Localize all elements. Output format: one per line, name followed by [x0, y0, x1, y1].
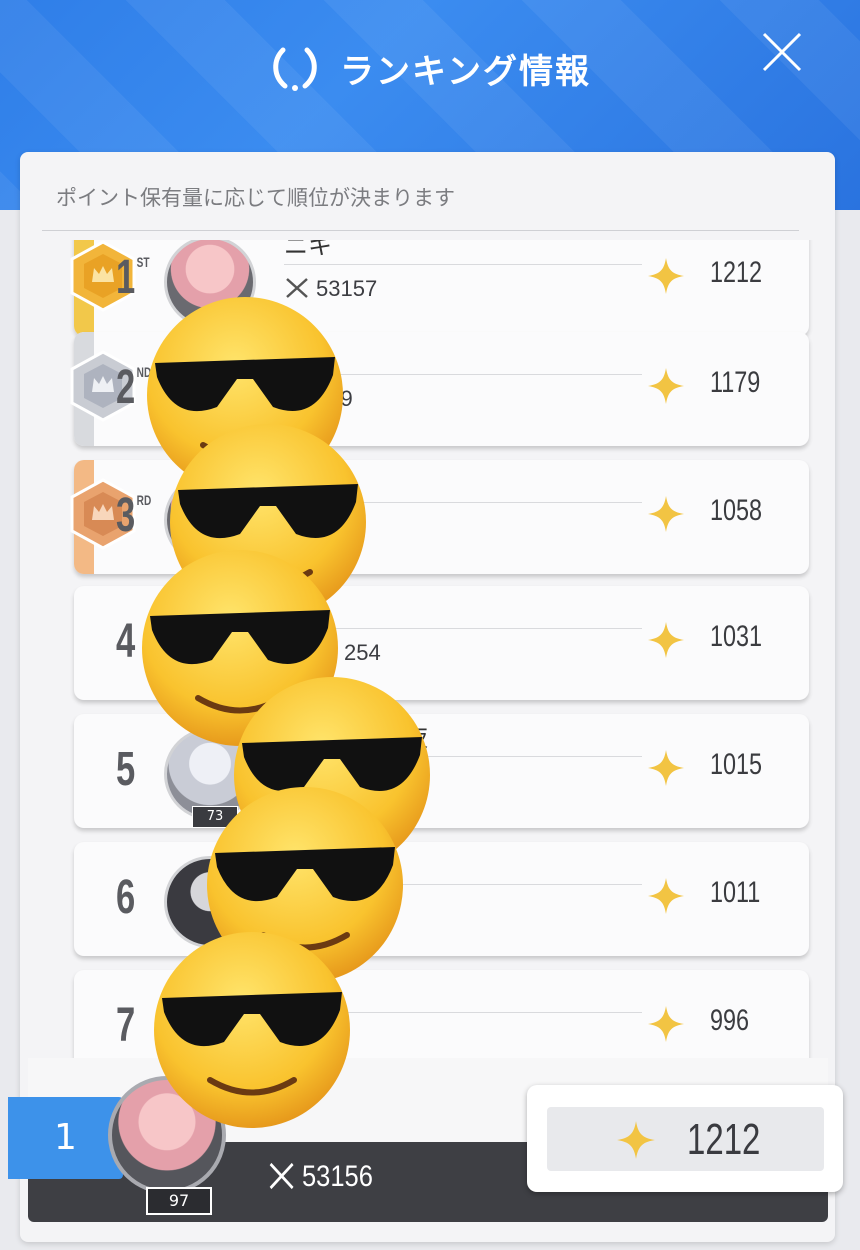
star-icon [617, 1121, 655, 1159]
rank-number: 4 [116, 615, 136, 668]
points-value: 1179 [710, 366, 761, 399]
my-level: 97 [146, 1187, 212, 1215]
title-area: ランキング情報 [0, 42, 860, 94]
points-value: 1011 [710, 876, 761, 909]
combat-power: 254 [344, 640, 381, 665]
my-points-field: 1212 [547, 1107, 824, 1171]
points-value: 1015 [710, 748, 763, 781]
rank-number: 3RD [116, 489, 152, 542]
points-value: 1058 [710, 494, 763, 527]
sunglasses-emoji-icon [154, 932, 350, 1128]
points-value: 996 [710, 1004, 750, 1037]
rank-number: 6 [116, 871, 136, 924]
star-icon [648, 258, 684, 294]
crossed-swords-icon [269, 1162, 294, 1190]
star-icon [648, 1006, 684, 1042]
points-value: 1212 [710, 256, 763, 289]
points-value: 1031 [710, 620, 763, 653]
rank-number: 5 [116, 743, 136, 796]
star-icon [648, 878, 684, 914]
star-icon [648, 622, 684, 658]
my-rank-badge: 1 [8, 1097, 123, 1179]
my-points-card: 1212 [527, 1085, 843, 1192]
close-icon[interactable] [756, 26, 808, 78]
divider [284, 264, 642, 265]
ranking-description: ポイント保有量に応じて順位が決まります [56, 186, 455, 210]
star-icon [648, 750, 684, 786]
my-combat-power: 53156 [268, 1160, 373, 1194]
laurel-icon [273, 47, 317, 91]
star-icon [648, 496, 684, 532]
divider [42, 230, 799, 231]
page-title: ランキング情報 [340, 51, 592, 92]
player-name: ニキ [284, 240, 332, 260]
my-points-value: 1212 [687, 1115, 761, 1164]
star-icon [648, 368, 684, 404]
rank-number: 7 [116, 999, 136, 1052]
